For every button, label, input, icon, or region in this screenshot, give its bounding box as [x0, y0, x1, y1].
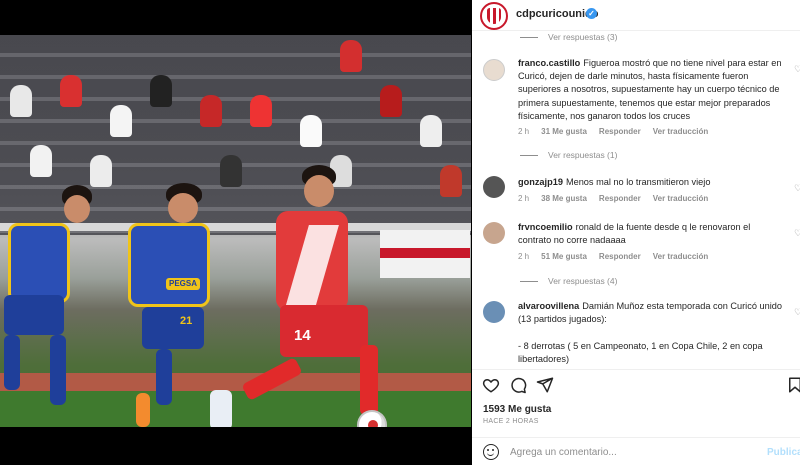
like-count[interactable]: 1593 Me gusta	[483, 404, 551, 415]
translate-button[interactable]: Ver traducción	[653, 127, 709, 136]
player-sock	[360, 345, 378, 415]
emoji-icon[interactable]	[483, 444, 499, 460]
comment-meta: 2 h 31 Me gusta Responder Ver traducción	[518, 127, 708, 136]
share-icon[interactable]	[536, 376, 554, 394]
post-photo: PEGSA 21 14	[0, 35, 471, 427]
post-timestamp: HACE 2 HORAS	[483, 418, 539, 425]
comment-username[interactable]: alvaroovillena	[518, 301, 579, 311]
spectator	[30, 145, 52, 177]
view-replies-label: Ver respuestas (1)	[548, 150, 618, 160]
player-number: 14	[294, 327, 311, 344]
bookmark-icon[interactable]	[786, 376, 800, 394]
player-shorts	[4, 295, 64, 335]
rival-player-left	[0, 185, 100, 415]
comment-input[interactable]	[510, 443, 750, 461]
spectator	[150, 75, 172, 107]
commenter-avatar[interactable]	[483, 59, 505, 81]
comment-text: gonzajp19 Menos mal no lo transmitieron v…	[518, 176, 786, 189]
replies-dash	[520, 280, 538, 282]
comment-text: franco.castillo Figueroa mostró que no ti…	[518, 57, 786, 123]
club-banner	[380, 230, 470, 278]
like-comment-icon[interactable]: ♡	[794, 308, 800, 317]
curico-player: 14	[210, 165, 390, 427]
replies-dash	[520, 36, 538, 38]
comment-text: frvncoemilio ronald de la fuente desde q …	[518, 221, 786, 247]
comment-time: 2 h	[518, 252, 530, 261]
commenter-avatar[interactable]	[483, 176, 505, 198]
like-comment-icon[interactable]: ♡	[794, 184, 800, 193]
spectator	[60, 75, 82, 107]
spectator	[300, 115, 322, 147]
comment-meta: 2 h 51 Me gusta Responder Ver traducción	[518, 252, 708, 261]
spectator	[250, 95, 272, 127]
player-boot	[136, 393, 150, 427]
player-boot	[210, 390, 232, 427]
commenter-avatar[interactable]	[483, 301, 505, 323]
comment-username[interactable]: gonzajp19	[518, 177, 563, 187]
player-shirt	[8, 223, 70, 303]
comment-time: 2 h	[518, 194, 530, 203]
spectator	[380, 85, 402, 117]
view-replies-button[interactable]: Ver respuestas (3)	[520, 32, 617, 42]
commenter-avatar[interactable]	[483, 222, 505, 244]
comment-likes[interactable]: 51 Me gusta	[541, 252, 587, 261]
spectator	[10, 85, 32, 117]
player-head	[168, 193, 198, 223]
comment-likes[interactable]: 38 Me gusta	[541, 194, 587, 203]
player-sock	[241, 356, 303, 402]
player-leg	[4, 335, 20, 390]
reply-button[interactable]: Responder	[599, 194, 641, 203]
like-comment-icon[interactable]: ♡	[794, 229, 800, 238]
comment-username[interactable]: frvncoemilio	[518, 222, 573, 232]
comment-meta: 2 h 38 Me gusta Responder Ver traducción	[518, 194, 708, 203]
comment-icon[interactable]	[509, 376, 527, 394]
player-shorts	[142, 307, 204, 349]
player-head	[64, 195, 90, 223]
sponsor-label: PEGSA	[166, 278, 200, 290]
player-shirt	[128, 223, 210, 307]
comment-username[interactable]: franco.castillo	[518, 58, 580, 68]
spectator	[440, 165, 462, 197]
view-replies-button[interactable]: Ver respuestas (4)	[520, 276, 617, 286]
comment-content: Menos mal no lo transmitieron viejo	[565, 177, 711, 187]
spectator	[200, 95, 222, 127]
spectator	[110, 105, 132, 137]
translate-button[interactable]: Ver traducción	[653, 194, 709, 203]
comments-list[interactable]: Ver respuestas (3) franco.castillo Figuer…	[472, 31, 800, 369]
spectator	[420, 115, 442, 147]
translate-button[interactable]: Ver traducción	[653, 252, 709, 261]
spectator	[340, 40, 362, 72]
comment-time: 2 h	[518, 127, 530, 136]
player-leg	[156, 349, 172, 405]
post-actions	[472, 369, 800, 399]
verified-badge-icon: ✓	[586, 8, 597, 19]
post-side-panel: cdpcuricounido ✓ Ver respuestas (3) fran…	[472, 0, 800, 465]
comment-likes[interactable]: 31 Me gusta	[541, 127, 587, 136]
profile-avatar[interactable]	[480, 2, 508, 30]
like-comment-icon[interactable]: ♡	[794, 65, 800, 74]
reply-button[interactable]: Responder	[599, 127, 641, 136]
comment-text: alvaroovillena Damián Muñoz esta temporad…	[518, 300, 786, 326]
player-number: 21	[180, 315, 193, 327]
player-head	[304, 175, 334, 207]
view-replies-label: Ver respuestas (3)	[548, 32, 618, 42]
heart-icon[interactable]	[482, 376, 500, 394]
replies-dash	[520, 154, 538, 156]
comment-text-continued: - 8 derrotas ( 5 en Campeonato, 1 en Cop…	[518, 341, 763, 365]
post-header: cdpcuricounido ✓	[472, 0, 800, 31]
view-replies-button[interactable]: Ver respuestas (1)	[520, 150, 617, 160]
player-leg	[50, 335, 66, 405]
post-comment-button[interactable]: Publicar	[767, 447, 800, 458]
view-replies-label: Ver respuestas (4)	[548, 276, 618, 286]
reply-button[interactable]: Responder	[599, 252, 641, 261]
add-comment-bar: Publicar	[472, 437, 800, 465]
